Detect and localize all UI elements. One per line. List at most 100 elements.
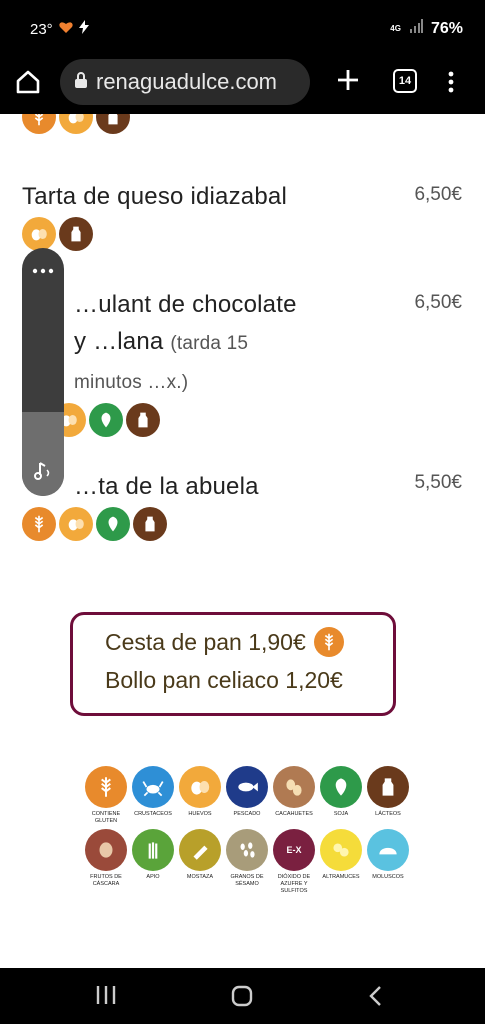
legend-item: LÁCTEOS	[366, 766, 410, 825]
legend-label: SOJA	[333, 811, 349, 817]
volume-slider[interactable]	[22, 412, 64, 496]
lupin-icon	[320, 829, 362, 871]
navigation-bar	[0, 968, 485, 1024]
new-tab-icon[interactable]	[334, 66, 362, 94]
battery-level: 76%	[430, 19, 463, 37]
egg-icon	[179, 766, 221, 808]
legend-item: PESCADO	[225, 766, 269, 825]
tab-switcher-button[interactable]: 14	[393, 69, 417, 93]
legend-item: MOLUSCOS	[366, 829, 410, 895]
panel-menu-icon[interactable]	[31, 260, 55, 279]
menu-item-price: 5,50€	[414, 472, 462, 493]
wheat-icon	[313, 627, 344, 657]
legend-item: FRUTOS DE CÁSCARA	[84, 829, 128, 895]
egg-icon	[59, 507, 93, 541]
status-left: 23°	[30, 20, 89, 38]
legend-label: FRUTOS DE CÁSCARA	[90, 874, 122, 887]
recent-apps-icon[interactable]	[94, 984, 118, 1010]
legend-label: GRANOS DE SÉSAMO	[230, 874, 264, 887]
legend-item: GRANOS DE SÉSAMO	[225, 829, 269, 895]
bread-basket-text: Cesta de pan 1,90€	[105, 628, 306, 655]
menu-item: …ta de la abuela 5,50€	[22, 468, 462, 541]
legend-label: MOLUSCOS	[372, 874, 404, 880]
lock-icon	[74, 69, 88, 95]
music-note-icon	[32, 460, 54, 486]
milk-icon	[367, 766, 409, 808]
crab-icon	[132, 766, 174, 808]
peanut-icon	[273, 766, 315, 808]
legend-label: MOSTAZA	[186, 874, 214, 880]
sulphite-badge: E-X	[286, 845, 302, 855]
floating-media-panel[interactable]	[22, 248, 64, 496]
legend-label: APIO	[146, 874, 160, 880]
status-right: 4G 76%	[390, 19, 463, 38]
menu-item: Tarta de queso idiazabal 6,50€	[22, 178, 462, 251]
shell-icon	[367, 829, 409, 871]
legend-label: HUEVOS	[188, 811, 212, 817]
menu-item-price: 6,50€	[414, 292, 462, 313]
allergen-row	[22, 507, 462, 541]
fish-icon	[226, 766, 268, 808]
legend-label: ALTRAMUCES	[322, 874, 360, 880]
back-icon[interactable]	[366, 984, 386, 1012]
legend-item: E-X DIÓXIDO DE AZUFRE Y SULFITOS	[272, 829, 316, 895]
legend-item: CRUSTACEOS	[131, 766, 175, 825]
home-button-icon[interactable]	[230, 984, 254, 1012]
legend-item: HUEVOS	[178, 766, 222, 825]
soy-icon	[89, 403, 123, 437]
legend-item: ALTRAMUCES	[319, 829, 363, 895]
status-bar: 23° 4G 76%	[0, 0, 485, 52]
legend-label: DIÓXIDO DE AZUFRE Y SULFITOS	[277, 874, 311, 894]
milk-icon	[59, 217, 93, 251]
legend-label: CONTIENE GLUTEN	[91, 811, 121, 824]
menu-item-price: 6,50€	[414, 184, 462, 205]
page-content: Tarta de queso idiazabal 6,50€ …ulant de…	[0, 114, 485, 968]
wheat-icon	[22, 114, 56, 134]
tab-count: 14	[398, 75, 412, 87]
wheat-icon	[85, 766, 127, 808]
legend-label: CACAHUETES	[275, 811, 313, 817]
allergen-legend: CONTIENE GLUTEN CRUSTACEOS HUEVOS PESCAD…	[84, 766, 414, 899]
legend-row-1: CONTIENE GLUTEN CRUSTACEOS HUEVOS PESCAD…	[84, 766, 414, 825]
legend-label: LÁCTEOS	[375, 811, 401, 817]
network-type: 4G	[390, 23, 401, 33]
temperature: 23°	[30, 20, 53, 38]
allergen-row-previous	[22, 114, 130, 134]
home-icon[interactable]	[14, 68, 42, 96]
more-menu-icon[interactable]	[443, 68, 459, 96]
egg-icon	[59, 114, 93, 134]
menu-item: …ulant de chocolate y …lana (tarda 15 mi…	[22, 286, 462, 437]
mustard-icon	[179, 829, 221, 871]
soy-icon	[96, 507, 130, 541]
legend-item: CACAHUETES	[272, 766, 316, 825]
menu-item-name: …ulant de chocolate y …lana (tarda 15 mi…	[22, 286, 307, 401]
milk-icon	[133, 507, 167, 541]
legend-item: CONTIENE GLUTEN	[84, 766, 128, 825]
url-bar[interactable]: renaguadulce.com	[60, 59, 310, 105]
signal-icon	[409, 19, 423, 38]
legend-item: SOJA	[319, 766, 363, 825]
legend-row-2: FRUTOS DE CÁSCARA APIO MOSTAZA GRANOS DE…	[84, 829, 414, 895]
bread-box: Cesta de pan 1,90€ Bollo pan celiaco 1,2…	[70, 612, 396, 716]
legend-label: PESCADO	[233, 811, 261, 817]
soy-icon	[320, 766, 362, 808]
menu-item-name: …ta de la abuela	[74, 473, 259, 500]
browser-toolbar: renaguadulce.com 14	[0, 52, 485, 114]
allergen-row	[22, 403, 462, 437]
nut-icon	[85, 829, 127, 871]
sesame-icon	[226, 829, 268, 871]
sulphite-icon: E-X	[273, 829, 315, 871]
milk-icon	[96, 114, 130, 134]
heart-icon	[59, 21, 73, 38]
egg-icon	[22, 217, 56, 251]
allergen-row	[22, 217, 462, 251]
bolt-icon	[78, 20, 89, 38]
bread-line-2: Bollo pan celiaco 1,20€	[105, 667, 343, 694]
milk-icon	[126, 403, 160, 437]
celery-icon	[132, 829, 174, 871]
legend-item: MOSTAZA	[178, 829, 222, 895]
bread-line-1: Cesta de pan 1,90€	[105, 627, 344, 657]
legend-item: APIO	[131, 829, 175, 895]
menu-item-name: Tarta de queso idiazabal	[22, 183, 287, 210]
wheat-icon	[22, 507, 56, 541]
